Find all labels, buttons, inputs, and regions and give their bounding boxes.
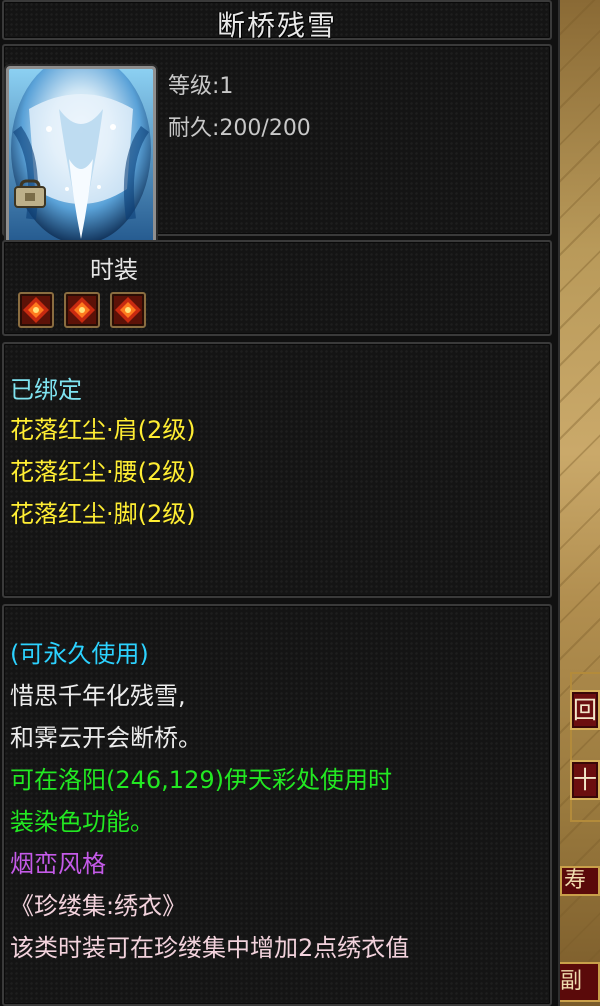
set-piece-feet: 花落红尘·脚(2级) <box>10 500 196 528</box>
side-tab-longevity[interactable]: 寿 <box>560 866 600 896</box>
item-level: 等级:1 <box>168 74 234 99</box>
bind-lock-icon <box>13 179 47 209</box>
item-type: 时装 <box>90 256 138 284</box>
usage-note: (可永久使用) <box>10 640 149 668</box>
item-tooltip: 断桥残雪 等级:1 耐久:200/200 时装 已绑定 花落红尘·肩(2级) 花… <box>0 0 560 1006</box>
item-portrait <box>6 66 156 262</box>
collection-name: 《珍缕集:绣衣》 <box>10 892 187 920</box>
title-section: 断桥残雪 <box>2 0 552 42</box>
side-tab-deputy[interactable]: 副 <box>556 962 600 1002</box>
red-gem-icon <box>64 292 100 328</box>
game-background <box>556 0 600 1006</box>
collection-info: 该类时装可在珍缕集中增加2点绣衣值 <box>10 934 410 962</box>
bound-status: 已绑定 <box>10 376 82 404</box>
set-piece-shoulder: 花落红尘·肩(2级) <box>10 416 196 444</box>
red-gem-icon <box>18 292 54 328</box>
side-button-plus[interactable]: 十 <box>570 760 600 800</box>
dye-info-line-2: 装染色功能。 <box>10 808 154 836</box>
dye-info-line-1: 可在洛阳(246,129)伊天彩处使用时 <box>10 766 392 794</box>
red-gem-icon <box>110 292 146 328</box>
item-durability: 耐久:200/200 <box>168 116 311 141</box>
style-name: 烟峦风格 <box>10 850 106 878</box>
side-button-return[interactable]: 回 <box>570 690 600 730</box>
set-piece-waist: 花落红尘·腰(2级) <box>10 458 196 486</box>
item-title: 断桥残雪 <box>216 9 337 42</box>
poem-line-2: 和霁云开会断桥。 <box>10 724 202 752</box>
poem-line-1: 惜思千年化残雪, <box>10 682 186 710</box>
